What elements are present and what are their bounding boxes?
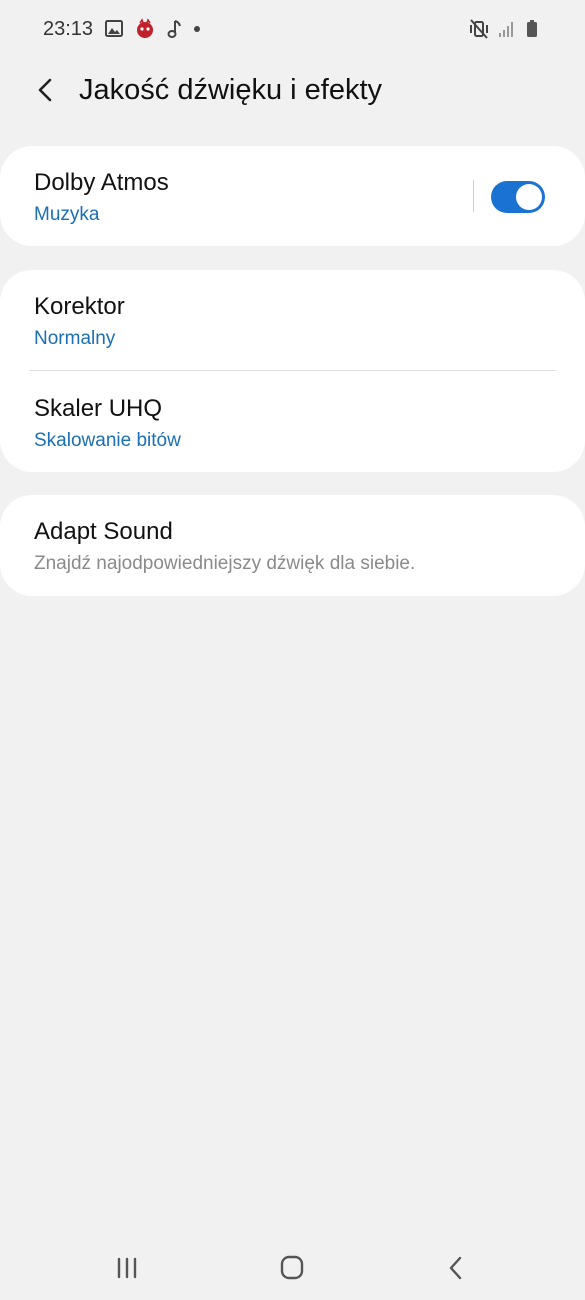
music-note-icon — [164, 18, 184, 40]
adapt-sound-card: Adapt Sound Znajdź najodpowiedniejszy dź… — [0, 495, 585, 596]
home-button[interactable] — [272, 1250, 312, 1286]
status-time: 23:13 — [43, 18, 94, 40]
dolby-atmos-toggle[interactable] — [491, 181, 545, 213]
back-button[interactable] — [30, 74, 62, 106]
nav-back-button[interactable] — [436, 1250, 476, 1286]
header: Jakość dźwięku i efekty — [0, 62, 585, 122]
image-icon — [104, 18, 124, 40]
dolby-atmos-title: Dolby Atmos — [34, 169, 169, 196]
status-icons-left — [104, 18, 200, 40]
equalizer-subtitle: Normalny — [34, 328, 116, 349]
toggle-knob — [516, 184, 542, 210]
battery-icon — [525, 18, 545, 40]
adapt-sound-subtitle: Znajdź najodpowiedniejszy dźwięk dla sie… — [34, 553, 416, 574]
adapt-sound-row[interactable]: Adapt Sound Znajdź najodpowiedniejszy dź… — [0, 495, 585, 596]
back-icon — [449, 1256, 462, 1280]
dolby-atmos-subtitle: Muzyka — [34, 204, 100, 225]
navigation-bar — [0, 1230, 585, 1300]
status-bar: 23:13 — [0, 0, 585, 60]
page-title: Jakość dźwięku i efekty — [79, 74, 383, 106]
chevron-left-icon — [38, 78, 52, 102]
vibrate-mute-icon — [469, 18, 489, 40]
app-notification-icon — [134, 18, 154, 40]
dot-icon — [194, 26, 200, 32]
equalizer-title: Korektor — [34, 293, 125, 320]
equalizer-uhq-card: Korektor Normalny Skaler UHQ Skalowanie … — [0, 270, 585, 472]
signal-icon — [497, 18, 517, 40]
home-icon — [280, 1255, 304, 1280]
uhq-upscaler-title: Skaler UHQ — [34, 395, 163, 422]
recent-apps-icon — [117, 1257, 137, 1279]
uhq-upscaler-subtitle: Skalowanie bitów — [34, 430, 181, 451]
equalizer-row[interactable]: Korektor Normalny — [0, 270, 585, 370]
adapt-sound-title: Adapt Sound — [34, 518, 173, 545]
recent-apps-button[interactable] — [107, 1250, 147, 1286]
vertical-divider — [473, 180, 474, 212]
uhq-upscaler-row[interactable]: Skaler UHQ Skalowanie bitów — [0, 371, 585, 472]
status-icons-right — [469, 18, 545, 40]
